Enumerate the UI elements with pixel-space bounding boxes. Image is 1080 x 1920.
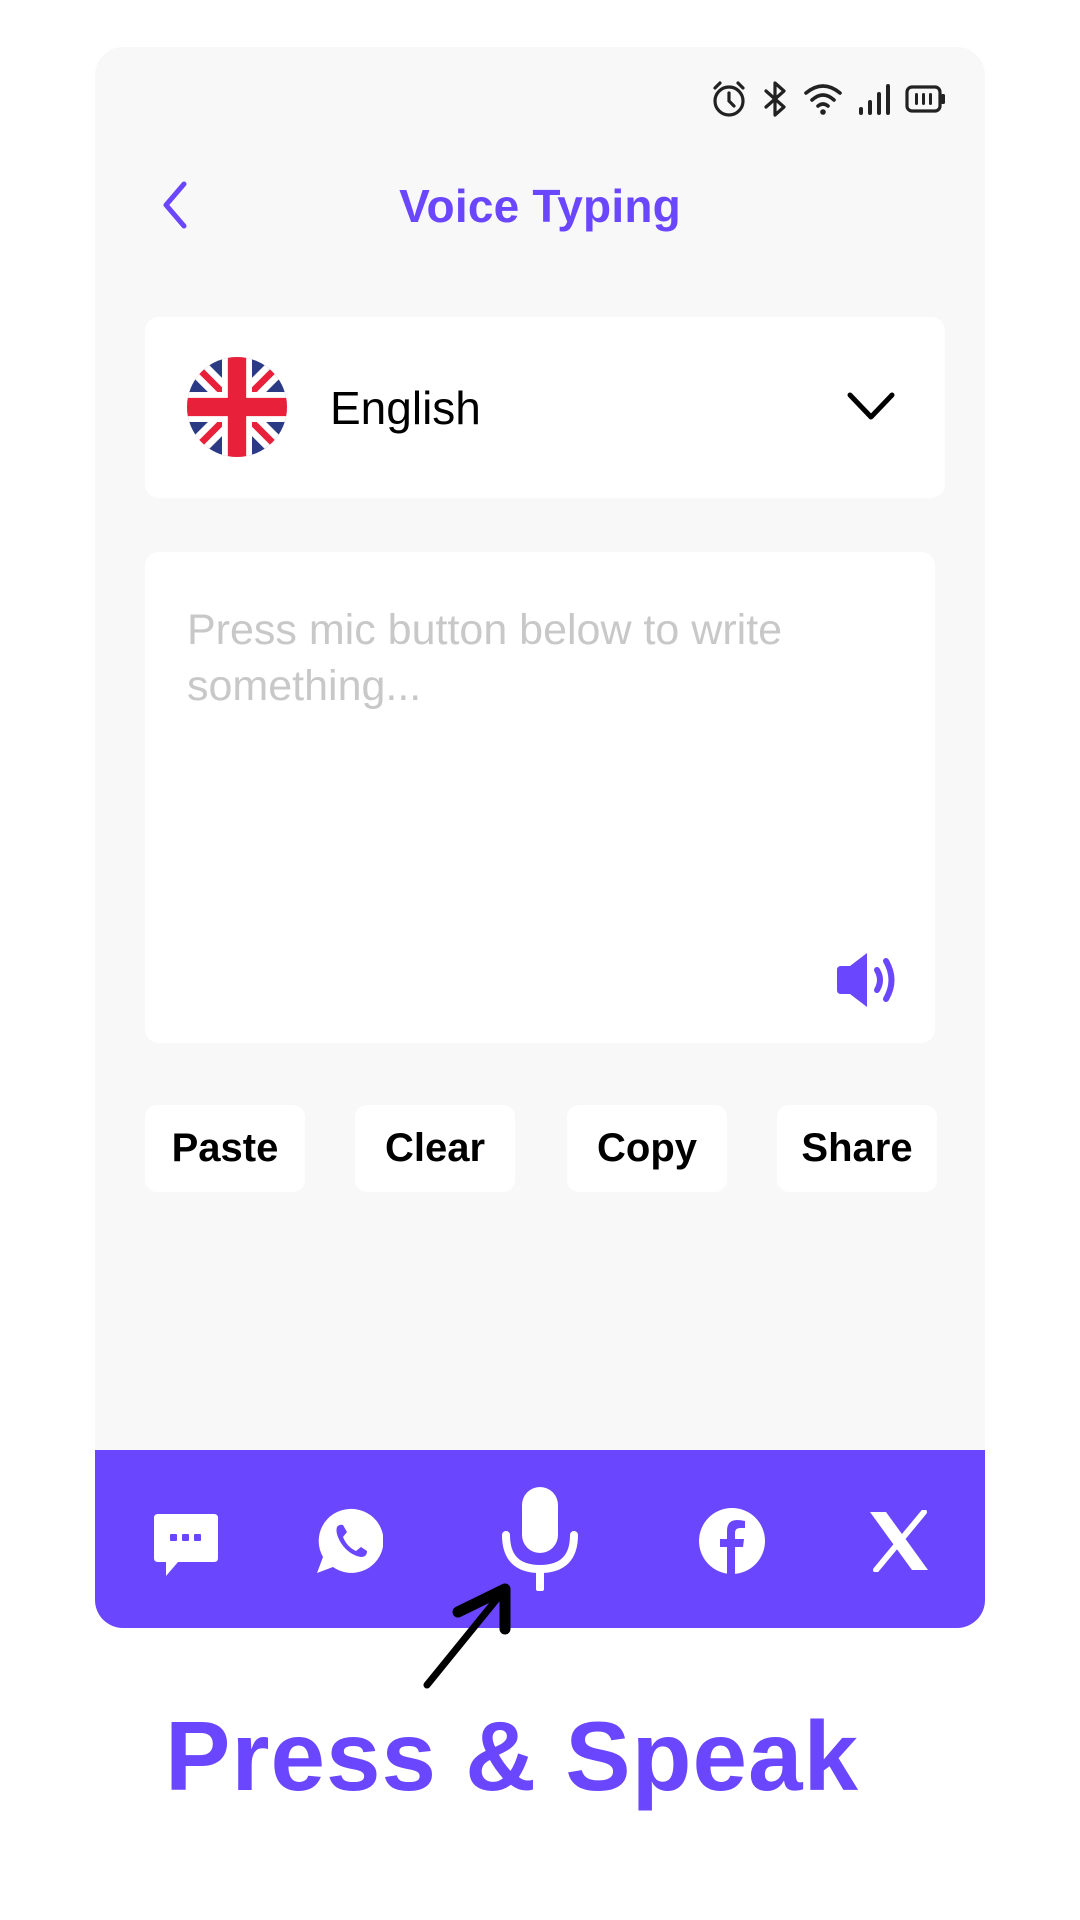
- voice-text-input[interactable]: [187, 602, 887, 932]
- selected-language: English: [330, 382, 481, 434]
- arrow-up-right-icon: [423, 1583, 511, 1689]
- text-card: [145, 552, 935, 1043]
- x-icon[interactable]: [868, 1510, 930, 1572]
- action-buttons: Paste Clear Copy Share: [145, 1105, 945, 1192]
- uk-flag-icon: [187, 357, 287, 457]
- press-and-speak-caption: Press & Speak: [165, 1701, 859, 1811]
- status-bar: [709, 77, 947, 121]
- bluetooth-icon: [764, 81, 786, 117]
- phone-screen: Voice Typing English Paste Clear Co: [95, 47, 985, 1628]
- facebook-icon[interactable]: [698, 1507, 766, 1575]
- share-button[interactable]: Share: [777, 1105, 937, 1192]
- wifi-icon: [804, 84, 842, 115]
- message-icon[interactable]: [152, 1510, 220, 1578]
- language-selector[interactable]: English: [145, 317, 945, 498]
- signal-icon: [859, 84, 890, 115]
- speaker-icon[interactable]: [833, 951, 899, 1009]
- bottom-share-bar: [95, 1450, 985, 1628]
- copy-button[interactable]: Copy: [567, 1105, 727, 1192]
- page-title: Voice Typing: [399, 180, 681, 232]
- chevron-down-icon: [847, 392, 895, 420]
- alarm-icon: [713, 81, 745, 117]
- battery-icon: [905, 85, 945, 113]
- whatsapp-icon[interactable]: [315, 1507, 383, 1575]
- clear-button[interactable]: Clear: [355, 1105, 515, 1192]
- paste-button[interactable]: Paste: [145, 1105, 305, 1192]
